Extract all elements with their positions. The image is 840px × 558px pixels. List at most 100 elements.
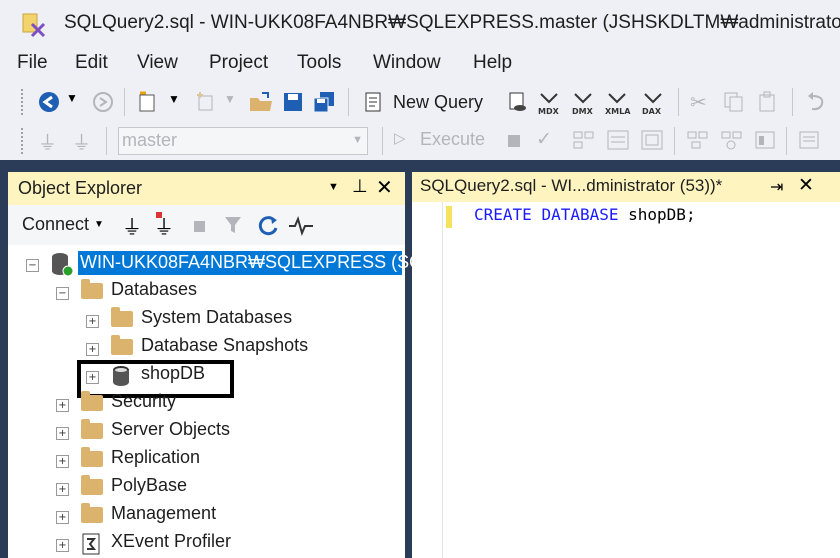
menu-view[interactable]: View	[137, 52, 178, 74]
window-position-dropdown-icon[interactable]: ▼	[328, 181, 339, 193]
tree-item-system-databases[interactable]: System Databases	[141, 307, 292, 328]
menu-project[interactable]: Project	[209, 52, 268, 74]
query-editor-panel: SQLQuery2.sql - WI...dministrator (53))*…	[412, 172, 840, 558]
pin-icon[interactable]: ⇥	[770, 177, 783, 197]
toolbar-separator	[348, 88, 349, 116]
database-snapshots-expand-toggle[interactable]: +	[86, 343, 99, 356]
close-icon[interactable]: ✕	[376, 175, 393, 200]
tab-sqlquery2[interactable]: SQLQuery2.sql - WI...dministrator (53))*…	[412, 172, 840, 202]
filter-icon	[225, 217, 241, 233]
toolbar-separator	[786, 127, 787, 155]
folder-icon	[81, 447, 103, 467]
menu-window[interactable]: Window	[373, 52, 441, 74]
frame-band	[0, 160, 840, 172]
add-item-icon	[197, 92, 213, 111]
dax-label: DAX	[642, 107, 662, 116]
toolbar-separator	[674, 127, 675, 155]
menu-help[interactable]: Help	[473, 52, 512, 74]
chevron-down-icon: ▼	[352, 134, 363, 146]
menu-edit[interactable]: Edit	[75, 52, 108, 74]
mdx-label: MDX	[538, 107, 560, 116]
window-title: SQLQuery2.sql - WIN-UKK08FA4NBR₩SQLEXPRE…	[64, 12, 840, 33]
menu-tools[interactable]: Tools	[297, 52, 341, 74]
save-icon[interactable]	[282, 91, 304, 113]
folder-icon	[81, 391, 103, 411]
paste-icon	[759, 91, 775, 112]
folder-icon	[81, 503, 103, 523]
ssms-logo-icon	[22, 13, 46, 38]
include-actual-plan-icon	[687, 131, 708, 149]
live-query-stats-icon	[721, 131, 742, 150]
execute-icon: ▷	[394, 130, 406, 147]
folder-icon	[81, 419, 103, 439]
folder-icon	[81, 279, 103, 299]
connect-dropdown[interactable]: Connect	[22, 214, 89, 235]
security-expand-toggle[interactable]: +	[56, 399, 69, 412]
server-node-label: WIN-UKK08FA4NBR₩SQLEXPRESS (SQ	[80, 252, 424, 272]
system-databases-expand-toggle[interactable]: +	[86, 315, 99, 328]
query-options-icon	[607, 130, 629, 150]
sql-keyword: DATABASE	[541, 205, 619, 224]
undo-icon	[808, 92, 824, 111]
object-explorer-panel: Object Explorer ▼ ⊥ ✕ Connect ▼ ⏚ ⏚ − WI…	[8, 172, 423, 558]
folder-icon	[111, 335, 133, 355]
database-engine-query-icon[interactable]	[506, 90, 528, 114]
databases-collapse-toggle[interactable]: −	[56, 287, 69, 300]
tree-item-security[interactable]: Security	[111, 391, 176, 412]
open-file-icon[interactable]	[248, 90, 274, 114]
tree-item-management[interactable]: Management	[111, 503, 216, 524]
management-expand-toggle[interactable]: +	[56, 511, 69, 524]
refresh-icon[interactable]	[258, 215, 280, 237]
close-tab-icon[interactable]: ✕	[798, 174, 814, 197]
toolbar-separator	[382, 127, 383, 155]
mdx-query-icon[interactable]: MDX	[537, 90, 563, 116]
polybase-expand-toggle[interactable]: +	[56, 483, 69, 496]
xevent-profiler-expand-toggle[interactable]: +	[56, 539, 69, 552]
menu-file[interactable]: File	[17, 52, 48, 74]
new-query-icon[interactable]	[362, 90, 386, 114]
cancel-query-icon	[508, 135, 520, 147]
dmx-label: DMX	[572, 107, 594, 116]
standard-toolbar: ▼ ▼ ▼ New Query MDX DMX XMLA DAX ✂	[0, 82, 840, 122]
toolbar-separator	[106, 127, 107, 155]
new-project-dropdown-icon[interactable]: ▼	[168, 92, 180, 106]
tree-item-replication[interactable]: Replication	[111, 447, 200, 468]
add-item-dropdown-icon: ▼	[224, 92, 236, 106]
toolbar-grip[interactable]	[20, 88, 24, 116]
cut-icon: ✂	[690, 92, 707, 114]
dmx-query-icon[interactable]: DMX	[571, 90, 597, 116]
save-all-icon[interactable]	[312, 90, 338, 114]
object-explorer-header: Object Explorer ▼ ⊥ ✕	[8, 172, 405, 205]
object-explorer-title: Object Explorer	[18, 178, 143, 198]
new-project-icon[interactable]	[136, 90, 160, 114]
sql-keyword: CREATE	[474, 205, 532, 224]
back-dropdown-icon[interactable]: ▼	[66, 91, 78, 105]
activity-monitor-icon[interactable]	[288, 215, 314, 237]
back-icon[interactable]	[38, 91, 60, 113]
xmla-label: XMLA	[605, 107, 631, 116]
connect-plug-icon[interactable]: ⏚	[122, 211, 142, 240]
pin-icon[interactable]: ⊥	[352, 176, 368, 197]
database-select-value: master	[122, 130, 178, 150]
intellisense-icon	[641, 130, 663, 150]
xevent-profiler-icon	[82, 533, 100, 555]
code-line-1[interactable]: CREATE DATABASE shopDB;	[474, 205, 696, 224]
toolbar-grip[interactable]	[20, 127, 24, 155]
copy-icon	[724, 92, 743, 112]
server-objects-expand-toggle[interactable]: +	[56, 427, 69, 440]
tree-item-server-objects[interactable]: Server Objects	[111, 419, 230, 440]
connect-chevron-down-icon[interactable]: ▼	[94, 219, 104, 230]
client-statistics-icon	[755, 131, 775, 149]
tree-item-polybase[interactable]: PolyBase	[111, 475, 187, 496]
xmla-query-icon[interactable]: XMLA	[605, 90, 633, 116]
tree-item-database-snapshots[interactable]: Database Snapshots	[141, 335, 308, 356]
replication-expand-toggle[interactable]: +	[56, 455, 69, 468]
tree-item-databases[interactable]: Databases	[111, 279, 197, 300]
dax-query-icon[interactable]: DAX	[641, 90, 667, 116]
server-collapse-toggle[interactable]: −	[26, 259, 39, 272]
server-node-selection[interactable]: WIN-UKK08FA4NBR₩SQLEXPRESS (SQ	[78, 251, 423, 275]
tree-item-xevent-profiler[interactable]: XEvent Profiler	[111, 531, 231, 552]
new-query-button[interactable]: New Query	[393, 92, 483, 113]
database-select: master ▼	[118, 127, 368, 155]
change-marker	[446, 206, 452, 228]
